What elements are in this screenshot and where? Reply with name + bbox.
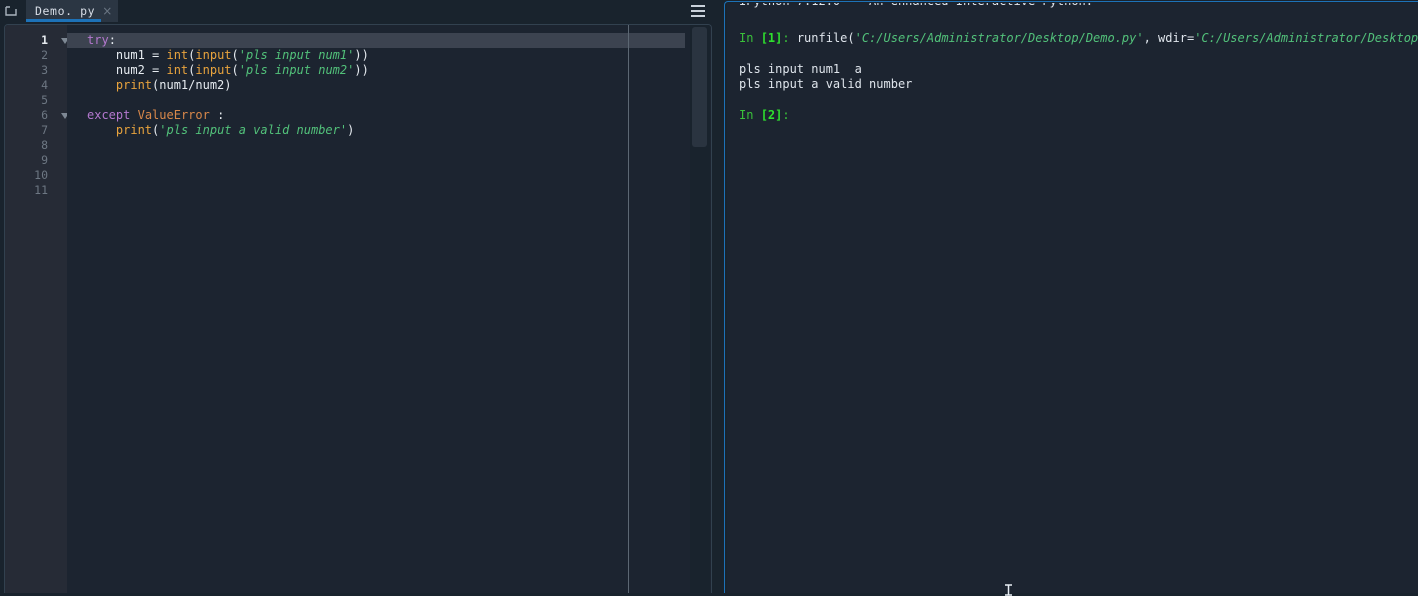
code-token: 'pls input num1' (238, 48, 355, 62)
code-line[interactable]: except ValueError : (87, 108, 224, 123)
line-number: 9 (41, 153, 48, 167)
editor-scrollbar-thumb[interactable] (692, 27, 707, 147)
line-number: 1 (41, 33, 48, 47)
console-output-area[interactable]: IPython 7.12.0 -- An enhanced Interactiv… (727, 3, 1418, 593)
code-token: except (87, 108, 131, 122)
console-token: : (782, 108, 790, 122)
console-line: pls input a valid number (739, 77, 912, 92)
console-frame: IPython 7.12.0 -- An enhanced Interactiv… (724, 1, 1418, 593)
console-token: 'C:/Users/Administrator/Desktop' (1194, 31, 1418, 45)
code-token: ( (231, 48, 239, 62)
code-token: ) (347, 123, 355, 137)
console-token: 'C:/Users/Administrator/Desktop/Demo.py' (854, 31, 1144, 45)
console-token: In (739, 31, 761, 45)
line-number: 2 (41, 48, 48, 62)
console-token: IPython 7.12.0 -- An enhanced Interactiv… (739, 3, 1093, 8)
editor-frame: 1 2 3 4 5 6 7 8 9 10 11 try: num1 = int(input('pls… (4, 24, 712, 593)
hamburger-menu-icon[interactable] (688, 2, 708, 20)
code-token: : (209, 108, 225, 122)
pane-splitter[interactable] (714, 0, 724, 593)
code-token: ValueError (137, 108, 210, 122)
editor-body[interactable]: 1 2 3 4 5 6 7 8 9 10 11 try: num1 = int(input('pls… (5, 25, 711, 593)
console-token: pls input a valid number (739, 77, 913, 91)
code-line[interactable]: try: (87, 33, 116, 48)
line-number: 7 (41, 123, 48, 137)
code-token: print (115, 78, 153, 92)
console-token: pls input num1 a (739, 62, 862, 76)
code-token: ( (231, 63, 239, 77)
code-token: input (195, 63, 232, 77)
console-token: In (739, 108, 761, 122)
code-line[interactable]: num2 = int(input('pls input num2')) (87, 63, 369, 78)
code-token: : (108, 33, 116, 47)
code-token: int (166, 48, 189, 62)
code-token: )) (354, 63, 369, 77)
code-line[interactable]: print('pls input a valid number') (87, 123, 354, 138)
console-token: [1] (760, 31, 783, 45)
console-line: IPython 7.12.0 -- An enhanced Interactiv… (739, 3, 1093, 9)
ipython-console-pane: IPython 7.12.0 -- An enhanced Interactiv… (724, 0, 1418, 593)
code-token: print (115, 123, 153, 137)
console-token: [2] (760, 108, 783, 122)
column-ruler (628, 25, 629, 593)
console-token: : (782, 31, 797, 45)
code-token: )) (354, 48, 369, 62)
code-token: 'pls input num2' (238, 63, 355, 77)
line-number: 6 (41, 108, 48, 122)
code-token: input (195, 48, 232, 62)
line-number: 8 (41, 138, 48, 152)
code-token: int (166, 63, 189, 77)
code-line[interactable]: print(num1/num2) (87, 78, 232, 93)
line-number: 10 (34, 168, 48, 182)
code-token: try (87, 33, 109, 47)
editor-pane: Demo. py × 1 2 3 4 5 6 7 8 9 10 11 try: num1 = int… (0, 0, 722, 593)
editor-tab-label: Demo. py (35, 4, 96, 18)
line-number: 11 (34, 183, 48, 197)
console-line: In [1]: runfile('C:/Users/Administrator/… (739, 31, 1418, 46)
line-number: 3 (41, 63, 48, 77)
spyder-ide-window: Demo. py × 1 2 3 4 5 6 7 8 9 10 11 try: num1 = int… (0, 0, 1418, 596)
console-token: , wdir= (1143, 31, 1195, 45)
close-icon[interactable]: × (102, 5, 112, 17)
text-ibeam-cursor (1004, 584, 1013, 596)
console-line: pls input num1 a (739, 62, 862, 77)
editor-gutter[interactable]: 1 2 3 4 5 6 7 8 9 10 11 (5, 25, 69, 593)
code-line[interactable]: num1 = int(input('pls input num1')) (87, 48, 369, 63)
code-area[interactable]: try: num1 = int (input('pls input num1'))… (67, 25, 685, 593)
code-token: (num1/num2) (152, 78, 232, 92)
code-token: 'pls input a valid number' (159, 123, 348, 137)
code-token: num2 = (87, 63, 167, 77)
active-tab-indicator (26, 19, 101, 22)
editor-options-corner-icon[interactable] (0, 0, 22, 22)
console-token: runfile( (796, 31, 855, 45)
line-number: 5 (41, 93, 48, 107)
editor-tab-bar: Demo. py × (0, 0, 722, 22)
code-token: num1 = (87, 48, 167, 62)
current-line-highlight (67, 33, 685, 48)
line-number: 4 (41, 78, 48, 92)
console-line: In [2]: (739, 108, 790, 123)
